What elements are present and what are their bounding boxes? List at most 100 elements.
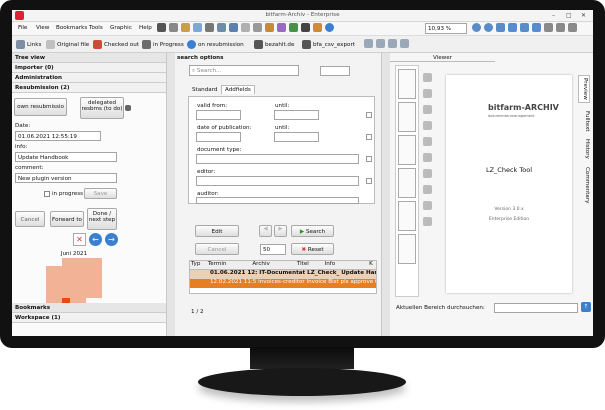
arrow-right-icon[interactable] <box>325 23 334 32</box>
col-termin[interactable]: Termin <box>208 261 253 269</box>
document-type-select[interactable] <box>196 154 359 164</box>
workspace-section[interactable]: Workspace (1) <box>12 313 166 323</box>
page-thumbnail[interactable] <box>398 234 416 264</box>
until-field-1[interactable] <box>274 110 319 120</box>
until-field-2[interactable] <box>274 132 319 142</box>
edit-doc-icon[interactable] <box>241 23 250 32</box>
menu-help[interactable]: Help <box>139 25 152 31</box>
folder-search-icon[interactable] <box>181 23 190 32</box>
administration-section[interactable]: Administration <box>12 73 166 83</box>
rect-icon[interactable] <box>423 201 432 210</box>
maximize-icon[interactable]: □ <box>566 12 572 19</box>
own-resubmission-button[interactable]: own resubmissio <box>14 98 67 116</box>
paste-icon[interactable] <box>265 23 274 32</box>
auditor-field[interactable] <box>196 197 359 204</box>
first-page-icon[interactable] <box>496 23 505 32</box>
col-k[interactable]: K <box>369 261 376 269</box>
prev-page-icon[interactable] <box>508 23 517 32</box>
bookmarks-section[interactable]: Bookmarks <box>12 303 166 313</box>
close-icon[interactable]: ✕ <box>581 12 586 19</box>
tab-fulltext[interactable]: Fulltext <box>578 111 590 132</box>
date-field[interactable]: 01.06.2021 12:55:19 <box>15 131 101 141</box>
text-icon[interactable] <box>423 153 432 162</box>
copy-icon[interactable] <box>253 23 262 32</box>
checkbox-1[interactable] <box>366 112 372 118</box>
scanner-icon[interactable] <box>217 23 226 32</box>
col-info[interactable]: Info <box>325 261 370 269</box>
cancel-search-button[interactable]: Cancel <box>195 243 239 255</box>
table-icon[interactable] <box>376 39 385 48</box>
puzzle-icon[interactable] <box>364 39 373 48</box>
tab-history[interactable]: History <box>578 139 590 159</box>
menu-bookmarks[interactable]: Bookmarks <box>56 25 87 31</box>
page-thumbnail[interactable] <box>398 102 416 132</box>
info-field[interactable]: Update Handbook <box>15 152 117 162</box>
checkbox-3[interactable] <box>366 156 372 162</box>
publication-date-field[interactable] <box>196 132 241 142</box>
prev-arrow-icon[interactable]: ← <box>89 233 102 246</box>
pointer-icon[interactable] <box>423 105 432 114</box>
search-button[interactable]: ▶ Search <box>291 225 334 237</box>
checkbox-2[interactable] <box>366 134 372 140</box>
line-icon[interactable] <box>423 185 432 194</box>
done-next-step-button[interactable]: Done / next step <box>87 208 117 230</box>
reset-button[interactable]: ✖ Reset <box>291 243 334 255</box>
in-progress-checkbox[interactable] <box>44 191 50 197</box>
menu-tools[interactable]: Tools <box>89 25 103 31</box>
menu-file[interactable]: File <box>18 25 27 31</box>
checked-out-button[interactable]: Checked out <box>93 40 139 49</box>
splitter-left[interactable] <box>167 53 175 336</box>
zoom-out-icon[interactable] <box>484 23 493 32</box>
fit-page-icon[interactable] <box>544 23 553 32</box>
edit-button[interactable]: Edit <box>195 225 239 237</box>
page-thumbnail[interactable] <box>398 69 416 99</box>
menu-view[interactable]: View <box>36 25 49 31</box>
highlight-icon[interactable] <box>423 89 432 98</box>
links-button[interactable]: Links <box>16 40 41 49</box>
next-arrow-icon[interactable]: → <box>105 233 118 246</box>
importer-section[interactable]: Importer (0) <box>12 63 166 73</box>
valid-from-field[interactable] <box>196 110 241 120</box>
page-thumbnail[interactable] <box>398 135 416 165</box>
fullscreen-icon[interactable] <box>568 23 577 32</box>
checkbox-4[interactable] <box>366 178 372 184</box>
page-thumbnail[interactable] <box>398 201 416 231</box>
tab-addfields[interactable]: Addfields <box>221 85 255 94</box>
on-resubmission-button[interactable]: on resubmission <box>187 40 244 49</box>
area-search-input[interactable] <box>494 303 578 313</box>
zoom-in-icon[interactable] <box>472 23 481 32</box>
chart-icon[interactable] <box>388 39 397 48</box>
comment-field[interactable]: New plugin version <box>15 173 117 183</box>
forward-button[interactable]: ▶ <box>274 225 287 237</box>
next-page-icon[interactable] <box>520 23 529 32</box>
tag-icon[interactable] <box>400 39 409 48</box>
tab-preview[interactable]: Preview <box>578 75 590 103</box>
list-view-icon[interactable] <box>157 23 166 32</box>
delegated-resubmission-button[interactable]: delegated resbms (to do) <box>80 97 124 119</box>
in-progress-button[interactable]: in Progress <box>142 40 184 49</box>
result-count-select[interactable]: 50 <box>260 244 286 255</box>
calendar-delete-icon[interactable]: ✕ <box>73 233 86 246</box>
bfa-csv-export-button[interactable]: bfa_csv_export <box>302 40 355 49</box>
search-input[interactable]: ⌕ Search... <box>189 65 299 76</box>
minimize-icon[interactable]: – <box>552 12 555 19</box>
col-archiv[interactable]: Archiv <box>252 261 297 269</box>
menu-graphic[interactable]: Graphic <box>110 25 132 31</box>
grid-view-icon[interactable] <box>169 23 178 32</box>
save-icon[interactable] <box>229 23 238 32</box>
print-icon[interactable] <box>205 23 214 32</box>
note-icon[interactable] <box>423 73 432 82</box>
col-titel[interactable]: Titel <box>297 261 325 269</box>
tree-view-header[interactable]: Tree view <box>12 53 166 63</box>
user-icon[interactable] <box>313 23 322 32</box>
stamp-icon[interactable] <box>277 23 286 32</box>
editor-field[interactable] <box>196 176 359 186</box>
forward-to-button[interactable]: Forward to <box>50 211 84 227</box>
resubmission-section[interactable]: Resubmission (2) <box>12 83 166 93</box>
bezahlt-button[interactable]: bezahlt.de <box>254 40 294 49</box>
calendar-grid[interactable] <box>46 258 102 306</box>
original-file-button[interactable]: Original file <box>46 40 89 49</box>
search-aux-field[interactable] <box>320 66 350 76</box>
splitter-right[interactable] <box>382 53 390 336</box>
cancel-button[interactable]: Cancel <box>15 211 45 227</box>
